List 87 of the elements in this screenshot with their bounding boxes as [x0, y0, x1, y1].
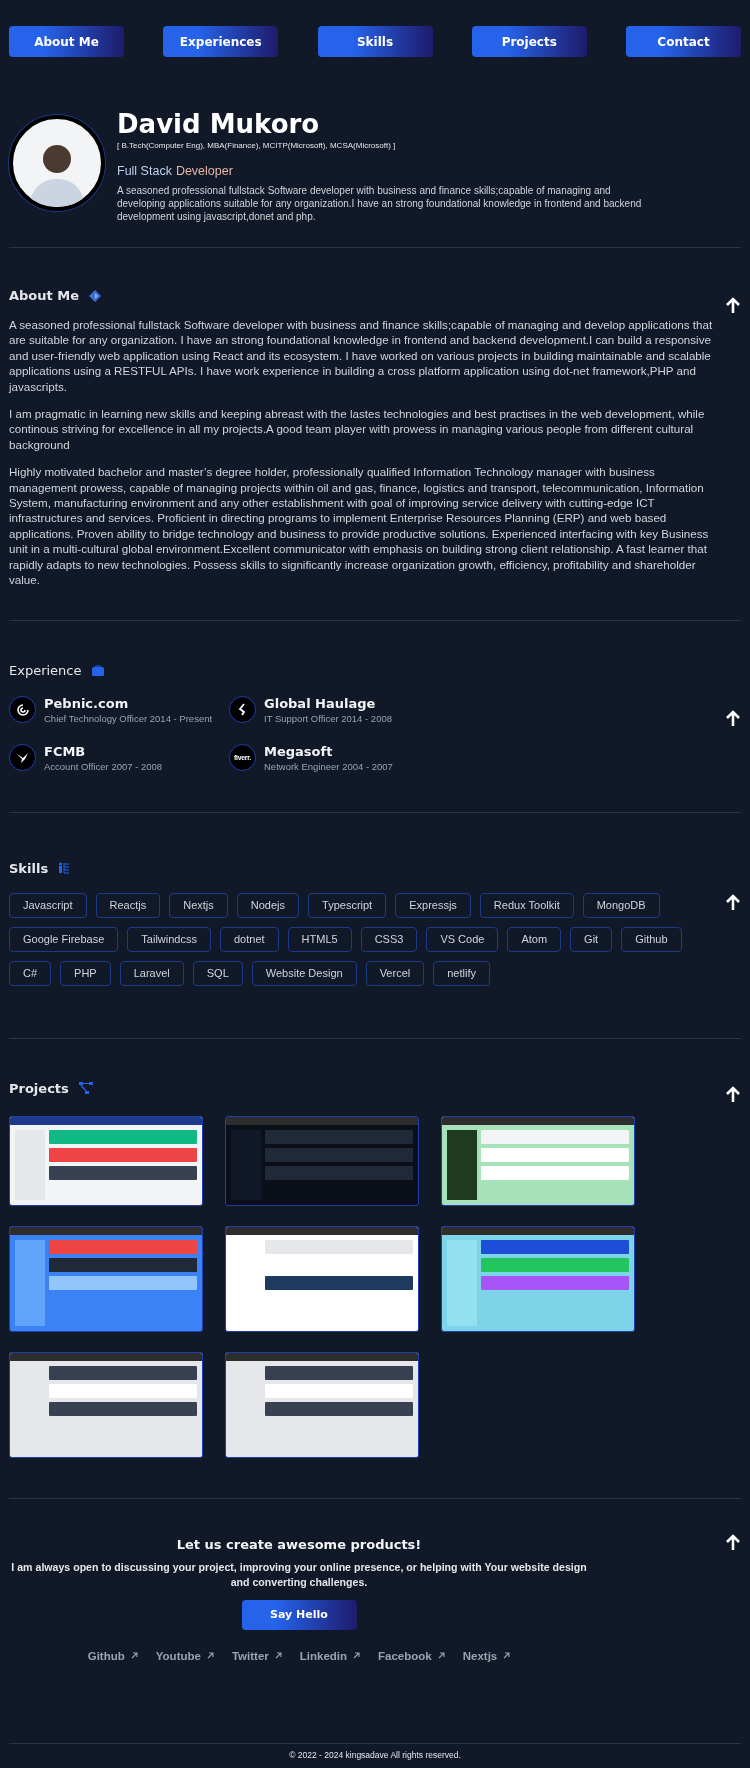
about-paragraph: I am pragmatic in learning new skills and keeping abreast with the lastes technologies and best practises in the web development, while continous striving for excellence in all my projects.A good team player with prowess in managing various people from different cultural background: [9, 406, 706, 453]
about-paragraph: A seasoned professional fullstack Software developer with business and finance skills;capable of managing and develop applications that are suitable for any organization. I have an strong foundational knowledge in frontend and backend development.I can build a responsive and user-friendly web application using React and its ecosystem. I have worked on various projects in building maintainable and scalable applications using a RESTFUL APIs. I have work experience in building a cross platform application using dot-net framework,PHP and javascripts.: [9, 317, 714, 395]
social-link[interactable]: Nextjs: [462, 1649, 511, 1662]
external-link-icon: [353, 1652, 361, 1659]
project-screenshot[interactable]: [441, 1115, 635, 1206]
arrow-up-icon: [725, 708, 741, 727]
nav-button[interactable]: Projects: [471, 26, 587, 57]
skill-tag: Github: [621, 926, 682, 952]
project-screenshot[interactable]: [9, 1351, 203, 1458]
swirl-logo-icon: [15, 702, 30, 717]
section-title: Skills: [9, 860, 49, 876]
scroll-to-top-button[interactable]: [725, 1532, 741, 1551]
credentials: [ B.Tech(Computer Eng), MBA(Finance), MCITP(Microsoft), MCSA(Microsoft) ]: [117, 141, 397, 150]
project-screenshot[interactable]: [225, 1225, 419, 1332]
skill-tag: Nextjs: [169, 892, 228, 918]
social-link[interactable]: Github: [87, 1649, 138, 1662]
company-name: FCMB: [44, 743, 87, 759]
diamond-icon: [89, 289, 102, 302]
skill-tag: Redux Toolkit: [479, 892, 574, 918]
social-link[interactable]: Linkedin: [299, 1649, 361, 1662]
project-screenshot[interactable]: [441, 1225, 635, 1332]
social-link[interactable]: Youtube: [155, 1649, 214, 1662]
job-title: Account Officer 2007 - 2008: [44, 760, 163, 772]
arrow-up-icon: [725, 1084, 741, 1103]
contact-text: I am always open to discussing your project, improving your online presence, or helping with Your website design and converting challenges.: [10, 1559, 588, 1590]
skill-tag: Git: [570, 926, 613, 952]
job-title: Chief Technology Officer 2014 - Present: [44, 712, 213, 724]
skill-tag: Laravel: [119, 960, 184, 986]
role-title: Developer: [175, 164, 233, 178]
arrow-up-icon: [725, 296, 741, 314]
external-link-icon: [274, 1652, 282, 1659]
external-link-icon: [503, 1652, 511, 1659]
nav-button[interactable]: About Me: [9, 26, 124, 57]
project-screenshot[interactable]: [9, 1225, 203, 1332]
network-icon: [78, 1082, 93, 1094]
project-screenshot[interactable]: [225, 1351, 419, 1458]
external-link-icon: [437, 1652, 445, 1659]
skill-tag: PHP: [60, 960, 111, 986]
skill-tag: dotnet: [219, 926, 279, 952]
company-name: Pebnic.com: [44, 695, 130, 711]
external-link-icon: [206, 1652, 214, 1659]
social-link[interactable]: Facebook: [378, 1649, 445, 1662]
job-title: Network Engineer 2004 - 2007: [264, 760, 393, 772]
about-paragraph: Highly motivated bachelor and master’s degree holder, professionally qualified Information Technology manager with business management prowess, capable of managing projects within oil and gas, finance, logistics and transport, telecommunication, Information System, manufacturing environment and any other establishment with goal of improving service delivery with cutting-edge ICT infrastructures and services. Proficient in directing programs to implement Enterprise Resources Planning (ERP) and web based applications. Proven ability to bridge technology and business to provide productive solutions. Experienced interfacing with key Business unit in a multi-cultural global environment.Excellent communicator with emphasis on building strong client relationship. A fast learner that rapidly adapts to new technologies. Possess skills to significantly increase organization growth, efficiency, profitability and shareholder value.: [9, 464, 710, 588]
skill-tag: Website Design: [251, 960, 357, 986]
company-name: Megasoft: [264, 743, 334, 759]
social-link[interactable]: Twitter: [231, 1649, 282, 1662]
contact-heading: Let us create awesome products!: [176, 1536, 422, 1552]
say-hello-button[interactable]: Say Hello: [241, 1599, 357, 1630]
nav-button[interactable]: Skills: [317, 26, 433, 57]
scroll-to-top-button[interactable]: [725, 708, 741, 727]
skill-tag: Tailwindcss: [127, 926, 211, 952]
copyright-text: © 2022 - 2024 kingsadave All rights reserved.: [289, 1750, 461, 1760]
arrow-up-icon: [725, 1532, 741, 1551]
person-name: David Mukoro: [117, 109, 321, 139]
scroll-to-top-button[interactable]: [725, 1084, 741, 1103]
skill-tag: Typescript: [308, 892, 387, 918]
briefcase-icon: [91, 664, 104, 676]
skill-tag: HTML5: [287, 926, 352, 952]
skill-tag: Expressjs: [395, 892, 471, 918]
section-title: Experience: [9, 662, 82, 678]
skill-tag: MongoDB: [582, 892, 660, 918]
skill-tag: C#: [9, 960, 52, 986]
skill-tag: Nodejs: [236, 892, 300, 918]
job-title: IT Support Officer 2014 - 2008: [264, 712, 392, 724]
nav-button[interactable]: Experiences: [163, 26, 279, 57]
skill-tag: Reactjs: [95, 892, 161, 918]
skill-tag: VS Code: [426, 926, 499, 952]
project-screenshot[interactable]: [9, 1115, 203, 1206]
skill-tag: SQL: [192, 960, 243, 986]
hierarchy-icon: [58, 862, 71, 874]
skill-tag: Vercel: [365, 960, 425, 986]
skill-tag: netlify: [433, 960, 490, 986]
scroll-to-top-button[interactable]: [725, 892, 741, 911]
skill-tag: Atom: [507, 926, 562, 952]
nav-button[interactable]: Contact: [626, 26, 741, 57]
company-name: Global Haulage: [264, 695, 377, 711]
section-title: About Me: [9, 288, 80, 303]
section-title: Projects: [9, 1080, 69, 1096]
scroll-to-top-button[interactable]: [725, 296, 741, 314]
skill-tag: CSS3: [360, 926, 418, 952]
skill-tag: Google Firebase: [9, 926, 119, 952]
external-link-icon: [130, 1652, 138, 1659]
arrow-up-icon: [725, 892, 741, 911]
summary-text: A seasoned professional fullstack Software developer with business and finance skills;capable of managing and developing applications suitable for any organization.I have an strong foundational knowledge in frontend and backend development using javascript,donet and php.: [117, 184, 643, 223]
skill-tag: Javascript: [9, 892, 87, 918]
role-title: Full Stack: [117, 164, 172, 178]
